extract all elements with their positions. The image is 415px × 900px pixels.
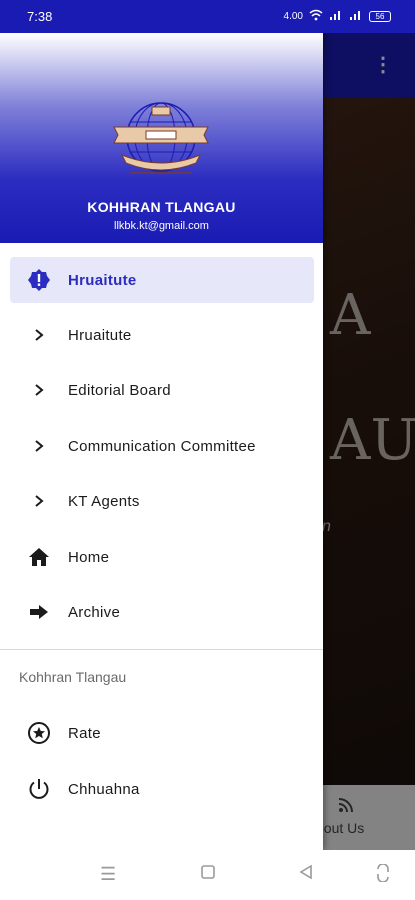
assistant-icon[interactable] [375, 863, 391, 887]
menu-item-hruaitute-main[interactable]: Hruaitute [10, 257, 314, 303]
menu-item-kt-agents[interactable]: KT Agents [10, 478, 314, 524]
system-nav-bar: ☰ [0, 850, 415, 900]
network-speed: 4.00 [283, 11, 303, 22]
chevron-right-icon [10, 328, 68, 342]
menu-item-archive[interactable]: Archive [10, 589, 314, 635]
back-icon[interactable] [298, 864, 314, 885]
drawer-header: KOHHRAN TLANGAU llkbk.kt@gmail.com [0, 33, 323, 243]
status-icons: 4.00 56 [284, 9, 391, 24]
drawer-title: KOHHRAN TLANGAU [87, 199, 236, 215]
recents-icon[interactable]: ☰ [100, 864, 116, 885]
status-time: 7:38 [27, 9, 53, 24]
power-icon [10, 777, 68, 801]
menu-item-hruaitute[interactable]: Hruaitute [10, 312, 314, 358]
menu-item-label: KT Agents [68, 492, 140, 510]
menu-item-home[interactable]: Home [10, 534, 314, 580]
chevron-right-icon [10, 439, 68, 453]
wifi-icon [309, 9, 323, 24]
menu-item-label: Chhuahna [68, 780, 140, 798]
home-icon [10, 547, 68, 567]
menu-item-label: Hruaitute [68, 326, 132, 344]
signal-icon-2 [349, 9, 363, 24]
menu-item-chhuahna[interactable]: Chhuahna [10, 766, 314, 812]
menu-item-editorial-board[interactable]: Editorial Board [10, 367, 314, 413]
menu-item-label: Communication Committee [68, 437, 256, 455]
menu-item-label: Archive [68, 603, 121, 621]
arrow-right-icon [10, 604, 68, 620]
drawer-email: llkbk.kt@gmail.com [114, 220, 209, 232]
menu-item-label: Editorial Board [68, 381, 171, 399]
star-circle-icon [10, 721, 68, 745]
chevron-right-icon [10, 494, 68, 508]
navigation-drawer: KOHHRAN TLANGAU llkbk.kt@gmail.com Hruai… [0, 33, 323, 850]
globe-logo [113, 102, 209, 174]
status-bar: 7:38 4.00 56 [0, 0, 415, 33]
chevron-right-icon [10, 383, 68, 397]
home-nav-icon[interactable] [200, 864, 216, 885]
battery-icon: 56 [369, 11, 391, 22]
menu-item-rate[interactable]: Rate [10, 710, 314, 756]
menu-item-label: Hruaitute [68, 271, 137, 289]
menu-item-communication-committee[interactable]: Communication Committee [10, 423, 314, 469]
menu-item-label: Rate [68, 724, 101, 742]
menu-divider [0, 649, 323, 650]
alert-circle-icon [10, 268, 68, 292]
section-title: Kohhran Tlangau [19, 669, 127, 685]
signal-icon [329, 9, 343, 24]
menu-item-label: Home [68, 548, 110, 566]
